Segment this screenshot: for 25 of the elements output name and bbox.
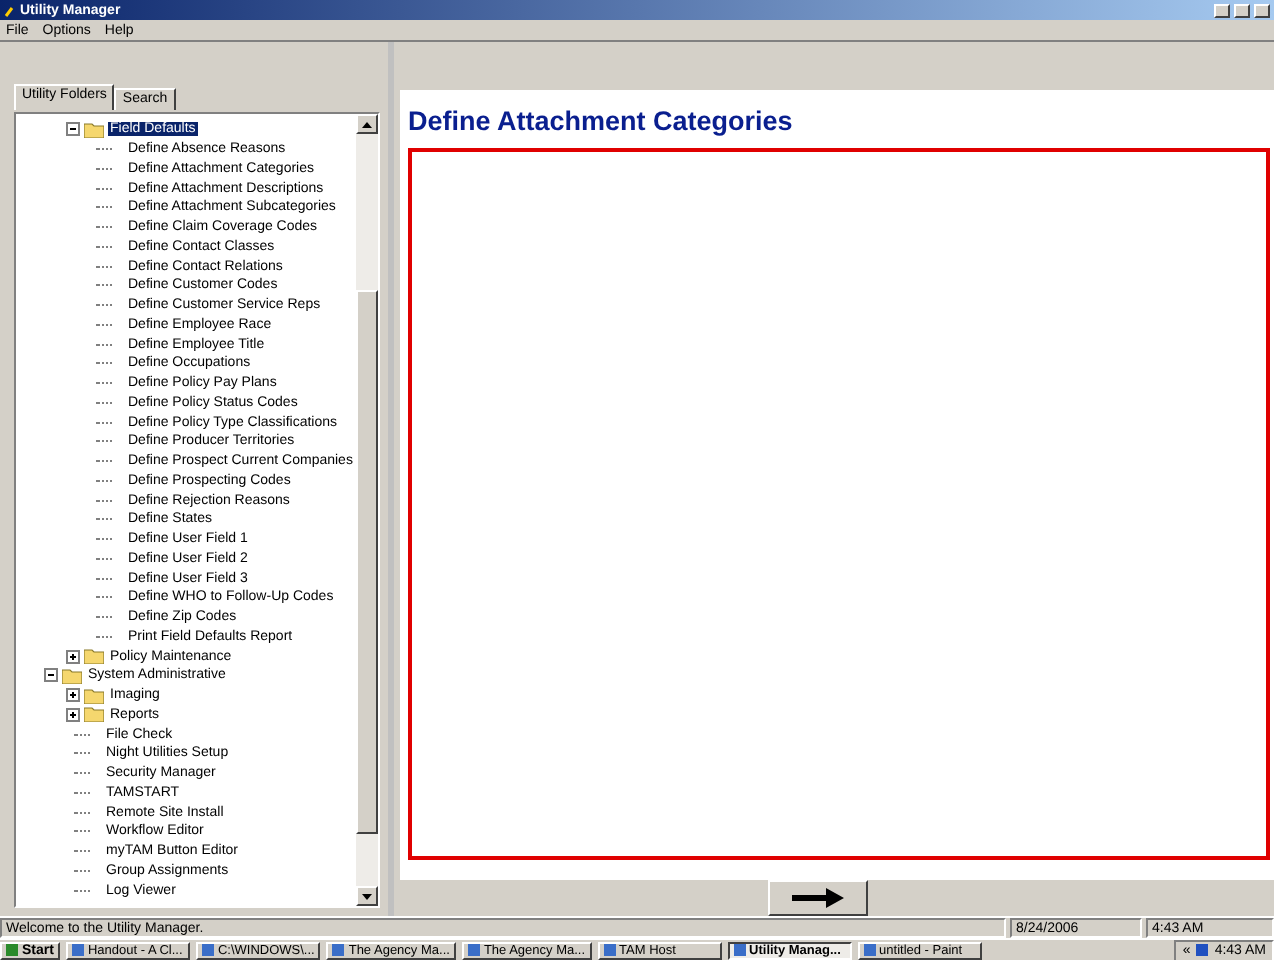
close-button[interactable]	[1254, 3, 1270, 17]
scroll-thumb[interactable]	[356, 290, 378, 834]
scroll-up-button[interactable]	[356, 114, 378, 134]
app-icon	[603, 944, 616, 956]
minimize-button[interactable]	[1214, 3, 1230, 17]
expand-icon[interactable]	[66, 649, 80, 664]
page-heading: Define Attachment Categories	[408, 106, 795, 136]
app-icon	[71, 944, 84, 956]
up-arrow-icon	[362, 121, 372, 127]
app-icon	[332, 944, 345, 956]
maximize-button[interactable]	[1234, 3, 1250, 17]
expand-icon[interactable]	[66, 688, 80, 703]
expand-icon[interactable]	[66, 707, 80, 722]
right-arrow-icon	[791, 888, 843, 908]
app-icon	[863, 944, 876, 956]
app-icon	[733, 944, 746, 956]
scroll-down-button[interactable]	[356, 886, 378, 906]
scrollbar[interactable]	[356, 114, 378, 906]
folder-icon	[84, 121, 104, 138]
collapse-icon[interactable]	[44, 668, 58, 683]
down-arrow-icon	[362, 893, 372, 899]
app-icon	[201, 944, 214, 956]
collapse-icon[interactable]	[66, 122, 80, 137]
app-icon	[467, 944, 480, 956]
next-button[interactable]	[767, 880, 867, 916]
